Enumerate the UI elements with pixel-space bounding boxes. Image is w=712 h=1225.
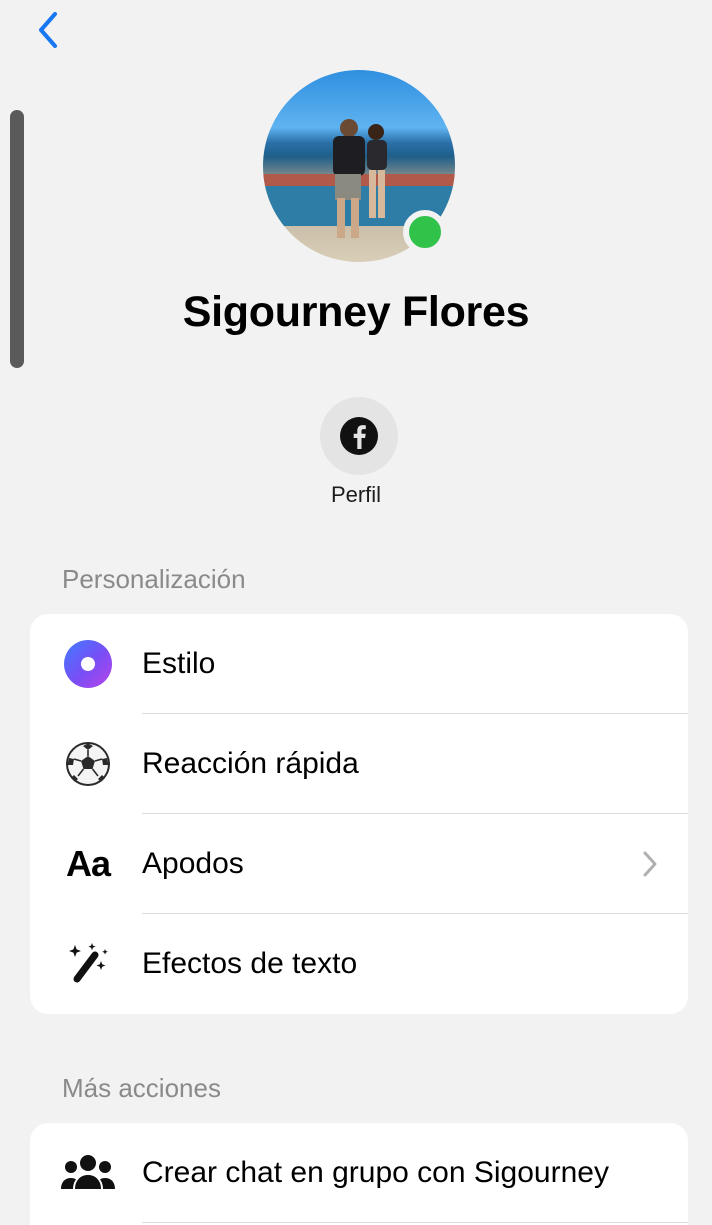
list-item-label: Apodos: [142, 847, 244, 880]
group-icon: [61, 1155, 115, 1189]
list-item-label: Estilo: [142, 647, 216, 680]
more-actions-card: Crear chat en grupo con Sigourney: [30, 1123, 688, 1225]
facebook-profile-button[interactable]: [320, 397, 398, 475]
divider: [142, 1222, 688, 1223]
list-item-estilo[interactable]: Estilo: [30, 614, 688, 714]
soccer-ball-icon: [66, 742, 110, 786]
chevron-left-icon: [39, 12, 57, 48]
profile-avatar[interactable]: [263, 70, 455, 262]
online-status-indicator: [403, 210, 447, 254]
section-header-more-actions: Más acciones: [62, 1073, 221, 1103]
chevron-right-icon: [643, 851, 657, 877]
theme-dot-icon: [64, 640, 112, 688]
list-item-label: Efectos de texto: [142, 947, 358, 980]
profile-name: Sigourney Flores: [182, 288, 530, 336]
personalization-card: Estilo Reacción rápida Aa Apodos Efectos…: [30, 614, 688, 1014]
list-item-reaccion-rapida[interactable]: Reacción rápida: [30, 714, 688, 814]
list-item-label: Reacción rápida: [142, 747, 359, 780]
magic-wand-icon: [69, 943, 108, 983]
nickname-aa-icon: Aa: [65, 843, 111, 884]
list-item-create-group-chat[interactable]: Crear chat en grupo con Sigourney: [30, 1123, 688, 1223]
list-item-label: Crear chat en grupo con Sigourney: [142, 1156, 609, 1189]
facebook-icon: [340, 417, 378, 455]
facebook-profile-label: Perfil: [330, 482, 382, 507]
section-header-personalization: Personalización: [62, 564, 246, 594]
back-button[interactable]: [28, 8, 68, 52]
list-item-apodos[interactable]: Aa Apodos: [30, 814, 688, 914]
list-item-efectos-de-texto[interactable]: Efectos de texto: [30, 914, 688, 1014]
